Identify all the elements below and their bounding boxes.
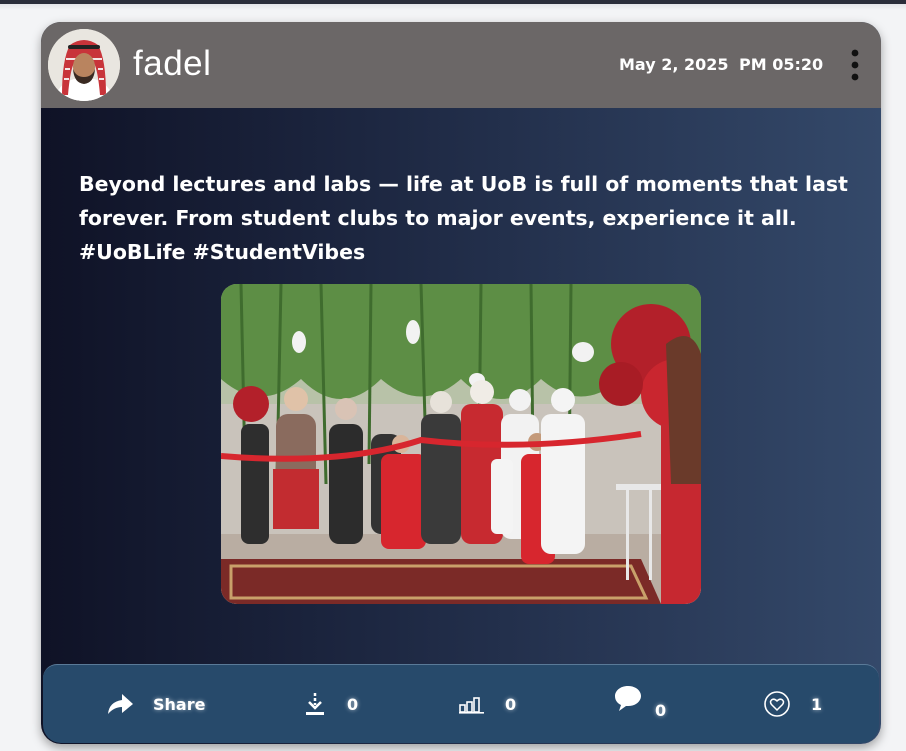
- comment-count: 0: [655, 700, 667, 720]
- speech-bubble-icon: [615, 686, 641, 711]
- share-label: Share: [153, 694, 206, 714]
- avatar-portrait: [48, 29, 120, 101]
- views-count: 0: [505, 694, 517, 714]
- download-button[interactable]: 0: [303, 665, 358, 743]
- post-header: fadel May 2, 2025 PM 05:20: [41, 22, 881, 108]
- heart-icon: [764, 691, 790, 717]
- event-photo: [221, 284, 701, 604]
- download-icon: [306, 693, 324, 715]
- download-count: 0: [347, 694, 359, 714]
- comment-button[interactable]: 0: [613, 665, 666, 743]
- post-author-name[interactable]: fadel: [133, 44, 211, 84]
- bar-chart-icon: [459, 697, 484, 714]
- avatar[interactable]: [48, 29, 120, 101]
- vertical-dots-icon: [851, 49, 859, 81]
- views-button[interactable]: 0: [459, 665, 516, 743]
- post-date: May 2, 2025: [619, 55, 729, 74]
- more-options-button[interactable]: [843, 48, 867, 82]
- like-button[interactable]: 1: [763, 665, 822, 743]
- post-action-bar: Share 0 0 0 1: [43, 664, 879, 743]
- like-count: 1: [811, 694, 823, 714]
- post-time: PM 05:20: [739, 55, 824, 74]
- share-arrow-icon: [108, 694, 133, 714]
- top-bar-shadow: [0, 4, 906, 10]
- share-button[interactable]: Share: [105, 665, 205, 743]
- post-text: Beyond lectures and labs — life at UoB i…: [79, 172, 848, 264]
- post-card: fadel May 2, 2025 PM 05:20 Beyond lectur…: [41, 22, 881, 744]
- post-image[interactable]: [221, 284, 701, 604]
